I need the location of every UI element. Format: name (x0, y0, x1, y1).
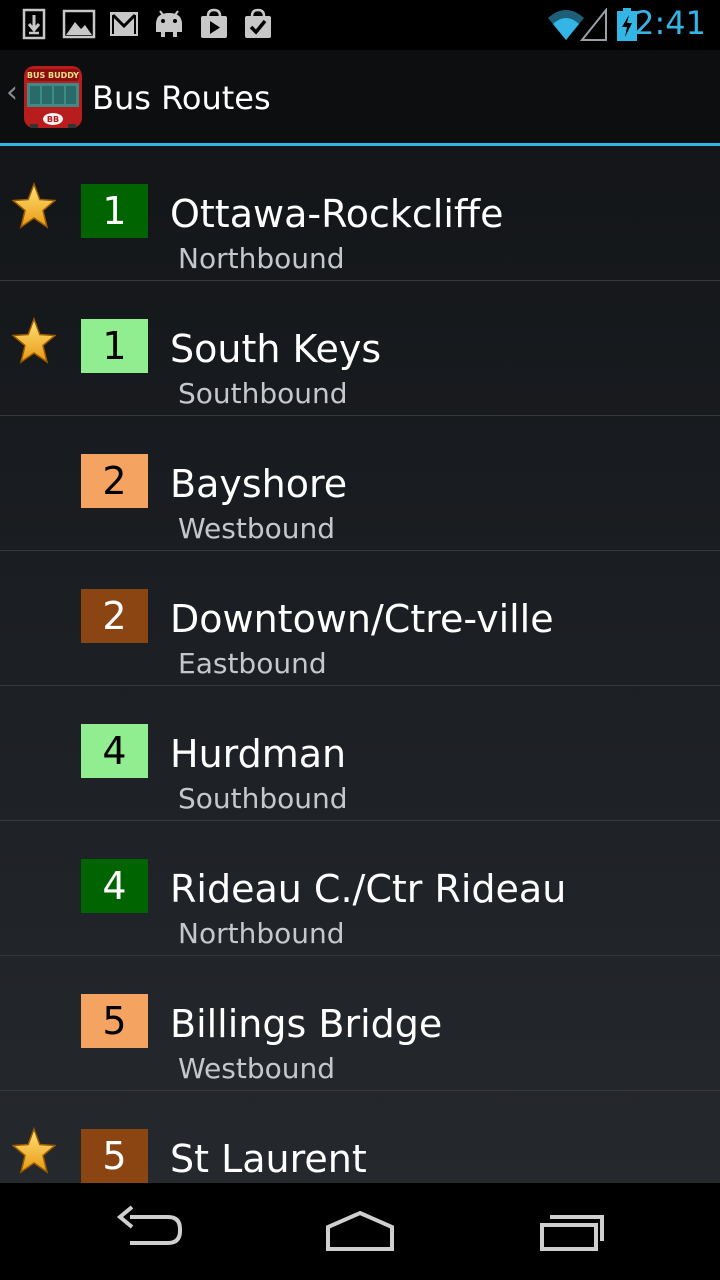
route-list[interactable]: 1 Ottawa-Rockcliffe Northbound 1 South Keys S… (0, 146, 720, 1183)
favorite-star-icon[interactable] (11, 181, 57, 230)
route-direction: Northbound (178, 242, 345, 275)
gallery-icon (62, 9, 96, 39)
download-icon (22, 8, 46, 40)
route-direction: Southbound (178, 782, 348, 815)
route-row[interactable]: 2 Bayshore Westbound (0, 416, 720, 551)
route-name: Ottawa-Rockcliffe (170, 192, 504, 236)
route-row[interactable]: 1 South Keys Southbound (0, 281, 720, 416)
gmail-icon (110, 12, 138, 36)
status-time: 2:41 (634, 4, 706, 42)
favorite-star-icon[interactable] (11, 316, 57, 365)
route-direction: Westbound (178, 1052, 336, 1085)
route-direction: Northbound (178, 917, 345, 950)
route-number-badge: 2 (81, 589, 148, 643)
logo-badge-text: BB (47, 115, 59, 124)
home-icon[interactable] (324, 1203, 396, 1257)
play-store-icon (201, 8, 227, 38)
route-row[interactable]: 5 Billings Bridge Westbound (0, 956, 720, 1091)
route-number-badge: 5 (81, 994, 148, 1048)
task-check-icon (245, 8, 271, 38)
route-number-badge: 4 (81, 724, 148, 778)
route-name: Downtown/Ctre-ville (170, 597, 554, 641)
route-row[interactable]: 1 Ottawa-Rockcliffe Northbound (0, 146, 720, 281)
route-direction: Westbound (178, 512, 336, 545)
route-number-badge: 1 (81, 184, 148, 238)
up-navigation-icon[interactable]: ‹ (6, 78, 18, 108)
route-direction: Southbound (178, 377, 348, 410)
route-name: Billings Bridge (170, 1002, 443, 1046)
route-name: Hurdman (170, 732, 347, 776)
bus-buddy-logo-icon[interactable]: BUS BUDDY BB (22, 64, 84, 130)
route-name: St Laurent (170, 1137, 367, 1181)
screen: 2:41 ‹ BUS BUDDY BB Bus Routes 1 Ottawa-R… (0, 0, 720, 1280)
logo-text: BUS BUDDY (27, 71, 79, 80)
navigation-bar (0, 1183, 720, 1280)
action-bar[interactable]: ‹ BUS BUDDY BB Bus Routes (0, 50, 720, 143)
route-number-badge: 1 (81, 319, 148, 373)
route-row[interactable]: 5 St Laurent (0, 1091, 720, 1183)
favorite-star-icon[interactable] (11, 1126, 57, 1175)
route-row[interactable]: 4 Hurdman Southbound (0, 686, 720, 821)
recent-apps-icon[interactable] (536, 1203, 608, 1257)
page-title: Bus Routes (92, 79, 271, 117)
route-name: Bayshore (170, 462, 348, 506)
route-name: Rideau C./Ctr Rideau (170, 867, 567, 911)
route-number-badge: 5 (81, 1129, 148, 1183)
route-name: South Keys (170, 327, 382, 371)
route-row[interactable]: 4 Rideau C./Ctr Rideau Northbound (0, 821, 720, 956)
route-direction: Eastbound (178, 647, 327, 680)
route-row[interactable]: 2 Downtown/Ctre-ville Eastbound (0, 551, 720, 686)
route-number-badge: 2 (81, 454, 148, 508)
signal-icon (580, 8, 607, 41)
back-icon[interactable] (116, 1203, 184, 1257)
android-icon (156, 10, 182, 37)
status-bar: 2:41 (0, 0, 720, 50)
route-number-badge: 4 (81, 859, 148, 913)
